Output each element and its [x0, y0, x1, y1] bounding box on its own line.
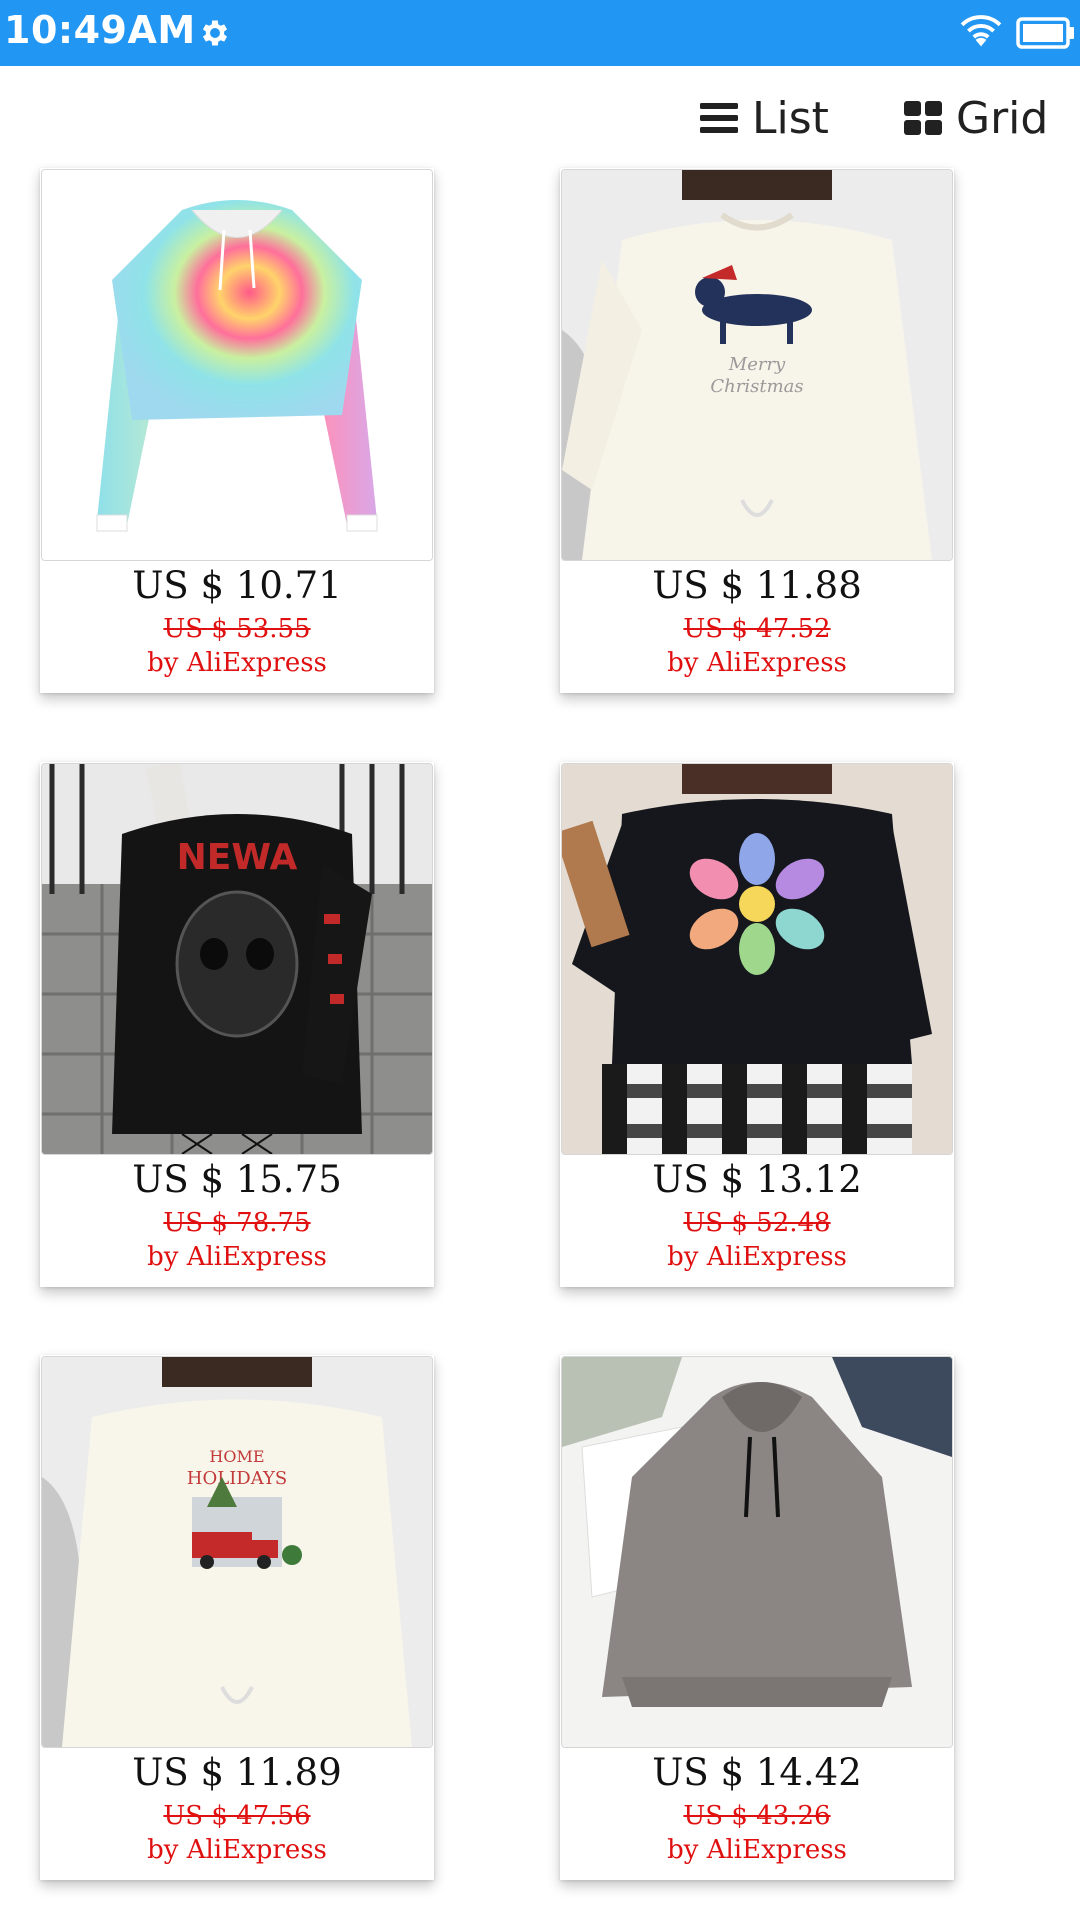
status-bar: 10:49AM — [0, 0, 1080, 66]
grid-view-button[interactable]: Grid — [904, 90, 1048, 146]
product-original-price: US $ 52.48 — [683, 1208, 831, 1238]
list-view-button[interactable]: List — [700, 90, 829, 146]
grid-icon — [904, 101, 942, 135]
battery-icon — [1016, 17, 1074, 49]
settings-gear-icon — [202, 20, 228, 46]
product-image — [561, 1356, 953, 1748]
product-seller: by AliExpress — [147, 1835, 327, 1865]
svg-text:HOME: HOME — [209, 1447, 264, 1466]
product-seller: by AliExpress — [667, 648, 847, 678]
product-price: US $ 15.75 — [132, 1158, 342, 1201]
product-original-price: US $ 43.26 — [683, 1801, 831, 1831]
product-image — [561, 763, 953, 1155]
svg-text:Christmas: Christmas — [710, 376, 803, 397]
product-price: US $ 10.71 — [132, 564, 342, 607]
grid-view-label: Grid — [956, 92, 1049, 144]
product-price: US $ 11.88 — [652, 564, 862, 607]
svg-text:Merry: Merry — [728, 354, 786, 375]
status-time: 10:49AM — [4, 8, 196, 52]
product-card[interactable]: NEWA US $ 15.75 US $ 78.75 by AliExpress — [40, 762, 434, 1287]
wifi-icon — [960, 15, 1002, 47]
product-seller: by AliExpress — [667, 1242, 847, 1272]
product-card[interactable]: US $ 14.42 US $ 43.26 by AliExpress — [560, 1355, 954, 1880]
product-seller: by AliExpress — [147, 1242, 327, 1272]
view-toolbar: List Grid — [0, 66, 1080, 166]
product-price: US $ 13.12 — [652, 1158, 862, 1201]
list-icon — [700, 103, 738, 133]
product-price: US $ 14.42 — [652, 1751, 862, 1794]
product-original-price: US $ 47.52 — [683, 614, 831, 644]
product-seller: by AliExpress — [667, 1835, 847, 1865]
product-image — [41, 169, 433, 561]
list-view-label: List — [752, 92, 829, 144]
product-card[interactable]: Merry Christmas US $ 11.88 US $ 47.52 by… — [560, 168, 954, 693]
product-image: Merry Christmas — [561, 169, 953, 561]
product-original-price: US $ 53.55 — [163, 614, 311, 644]
product-card[interactable]: US $ 13.12 US $ 52.48 by AliExpress — [560, 762, 954, 1287]
svg-text:NEWA: NEWA — [177, 837, 298, 878]
product-seller: by AliExpress — [147, 648, 327, 678]
product-card[interactable]: US $ 10.71 US $ 53.55 by AliExpress — [40, 168, 434, 693]
product-price: US $ 11.89 — [132, 1751, 342, 1794]
svg-text:HOLIDAYS: HOLIDAYS — [187, 1468, 287, 1489]
product-card[interactable]: HOME HOLIDAYS US $ 11.89 US $ 47.56 by A… — [40, 1355, 434, 1880]
product-original-price: US $ 78.75 — [163, 1208, 311, 1238]
product-image: HOME HOLIDAYS — [41, 1356, 433, 1748]
product-image: NEWA — [41, 763, 433, 1155]
product-original-price: US $ 47.56 — [163, 1801, 311, 1831]
